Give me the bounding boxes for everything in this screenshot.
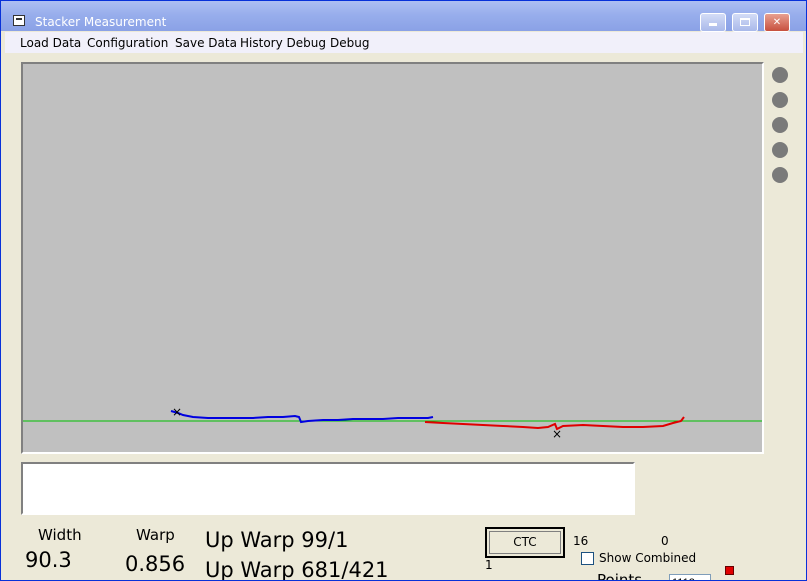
points-input[interactable]	[669, 574, 711, 580]
message-textbox[interactable]	[21, 462, 635, 515]
window-title: Stacker Measurement	[35, 15, 167, 29]
width-value: 90.3	[25, 548, 72, 572]
status-led-4	[772, 142, 788, 158]
maximize-button[interactable]	[732, 13, 758, 32]
points-label: Points	[597, 571, 643, 581]
minimize-icon	[709, 23, 717, 26]
status-led-5	[772, 167, 788, 183]
width-label: Width	[38, 526, 82, 544]
menu-save-data[interactable]: Save Data	[175, 36, 237, 50]
app-window: Stacker Measurement ✕ Load Data Configur…	[0, 0, 807, 581]
count-b-value: 0	[661, 534, 669, 548]
status-led-1	[772, 67, 788, 83]
menu-load-data[interactable]: Load Data	[20, 36, 81, 50]
close-button[interactable]: ✕	[764, 13, 790, 32]
menu-bar: Load Data Configuration Save Data Histor…	[5, 32, 803, 53]
menu-history-debug[interactable]: History Debug	[240, 36, 326, 50]
show-combined-checkbox[interactable]	[581, 552, 594, 565]
ctc-sub-label: 1	[485, 558, 493, 572]
menu-configuration[interactable]: Configuration	[87, 36, 168, 50]
title-bar[interactable]: Stacker Measurement ✕	[1, 1, 806, 32]
left-profile-series	[170, 410, 434, 424]
warp-label: Warp	[136, 526, 175, 544]
ctc-button[interactable]: CTC	[485, 527, 565, 558]
up-warp-readout-2: Up Warp 681/421	[205, 558, 389, 581]
minimize-button[interactable]	[700, 13, 726, 32]
up-warp-readout-1: Up Warp 99/1	[205, 528, 349, 552]
right-marker-x: ×	[552, 427, 562, 441]
warp-value: 0.856	[125, 552, 186, 576]
count-a-value: 16	[573, 534, 589, 548]
measurement-plot: × ×	[21, 62, 764, 454]
menu-debug[interactable]: Debug	[330, 36, 369, 50]
close-icon: ✕	[772, 17, 782, 28]
show-combined-label[interactable]: Show Combined	[599, 551, 696, 565]
status-led-2	[772, 92, 788, 108]
status-indicator-red	[725, 566, 734, 575]
status-led-3	[772, 117, 788, 133]
left-marker-x: ×	[172, 405, 182, 419]
app-window-icon[interactable]	[13, 15, 25, 26]
plot-canvas: × ×	[23, 405, 762, 441]
maximize-icon	[740, 18, 750, 26]
